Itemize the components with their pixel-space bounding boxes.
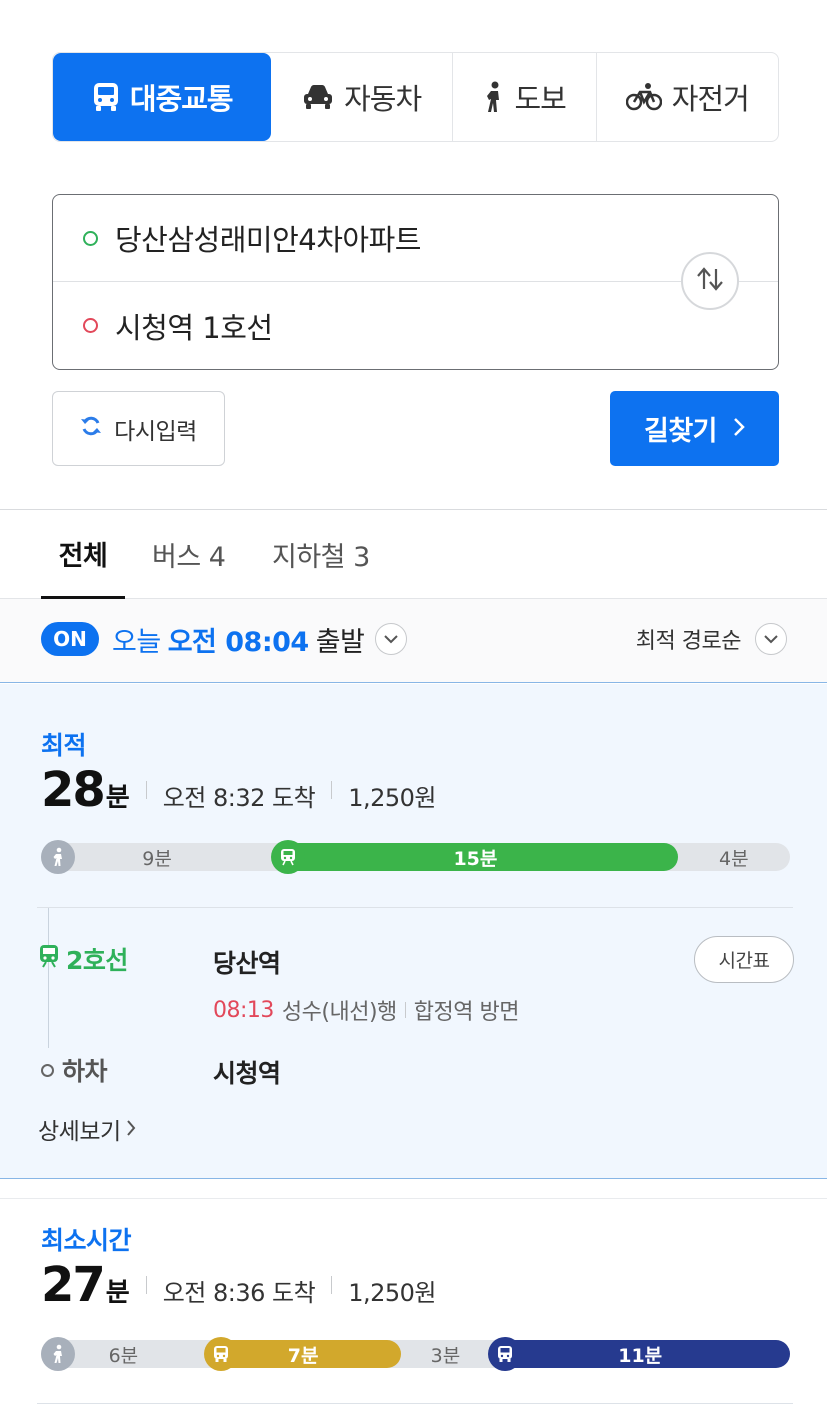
view-details-link[interactable]: 상세보기 <box>38 1112 136 1146</box>
tab-label: 자동차 <box>344 82 422 116</box>
tab-label: 도보 <box>514 82 567 116</box>
refresh-icon <box>80 415 102 443</box>
route-segment-bar: 9분 15분 4분 <box>41 840 790 874</box>
destination-field[interactable]: 시청역 1호선 <box>53 282 778 369</box>
segment-duration: 3분 <box>430 1344 461 1367</box>
segment-duration: 11분 <box>618 1344 663 1367</box>
swap-arrows-icon <box>694 266 726 296</box>
walk-icon <box>483 81 505 113</box>
segment-walk: 4분 <box>678 843 790 871</box>
next-train-time: 08:13 <box>213 997 274 1023</box>
alight-text: 하차 <box>62 1057 108 1086</box>
tab-all[interactable]: 전체 <box>41 510 125 599</box>
subway-icon <box>38 944 60 974</box>
route-summary: 28 분 오전 8:32 도착 1,250원 <box>41 762 436 818</box>
swap-route-button[interactable] <box>681 252 739 310</box>
departure-suffix: 출발 <box>315 626 365 658</box>
duration-minutes: 27 <box>41 1257 106 1313</box>
reset-label: 다시입력 <box>114 418 197 445</box>
tab-walk[interactable]: 도보 <box>453 53 597 141</box>
tab-label: 자전거 <box>671 82 750 116</box>
arrival-time: 오전 8:36 도착 <box>162 1279 316 1307</box>
card-divider <box>37 907 793 908</box>
boarding-station: 당산역 <box>213 949 281 978</box>
tab-subway[interactable]: 지하철 3 <box>272 510 370 599</box>
result-filter-tabs: 전체 버스 4 지하철 3 <box>0 510 827 599</box>
route-card[interactable]: 최소시간 27 분 오전 8:36 도착 1,250원 6분 7분 3분 11분 <box>0 1198 827 1409</box>
bus-icon <box>92 82 120 112</box>
find-route-button[interactable]: 길찾기 <box>610 391 779 466</box>
duration-unit: 분 <box>105 783 130 813</box>
detail-link-label: 상세보기 <box>38 1119 121 1145</box>
route-segment-bar: 6분 7분 3분 11분 <box>41 1337 790 1371</box>
walk-icon <box>41 840 75 874</box>
route-timeline <box>48 908 49 1048</box>
car-icon <box>302 84 334 110</box>
alight-dot-icon <box>41 1063 54 1077</box>
bus-icon <box>203 1337 238 1371</box>
tab-car[interactable]: 자동차 <box>271 53 453 141</box>
transport-mode-tabs: 대중교통 자동차 도보 자전거 <box>52 52 779 142</box>
tab-label: 지하철 3 <box>272 542 370 573</box>
walk-icon <box>41 1337 75 1371</box>
alight-label: 하차 <box>41 1052 108 1088</box>
on-badge[interactable]: ON <box>41 622 99 656</box>
subway-icon <box>271 840 306 874</box>
subway-line-label: 2호선 <box>38 941 128 977</box>
route-type-label: 최소시간 <box>41 1226 132 1255</box>
sort-label: 최적 경로순 <box>635 629 742 654</box>
chevron-right-icon <box>733 413 745 444</box>
route-summary: 27 분 오전 8:36 도착 1,250원 <box>41 1257 436 1313</box>
segment-subway: 15분 <box>273 843 678 871</box>
timetable-button[interactable]: 시간표 <box>694 936 794 983</box>
destination-text: 시청역 1호선 <box>115 310 273 345</box>
tab-bicycle[interactable]: 자전거 <box>597 53 779 141</box>
departure-prefix: 오늘 <box>112 626 161 658</box>
destination-dot-icon <box>83 318 98 333</box>
segment-duration: 6분 <box>108 1344 139 1367</box>
chevron-down-icon <box>755 623 787 655</box>
tab-bus[interactable]: 버스 4 <box>152 510 226 599</box>
train-direction: 성수(내선)행 <box>281 1000 397 1025</box>
fare: 1,250원 <box>348 784 436 812</box>
segment-duration: 9분 <box>142 847 172 870</box>
reset-button[interactable]: 다시입력 <box>52 391 225 466</box>
tab-label: 전체 <box>58 540 108 572</box>
bicycle-icon <box>625 83 662 111</box>
segment-duration: 15분 <box>453 847 498 870</box>
duration-unit: 분 <box>105 1278 130 1308</box>
origin-text: 당산삼성래미안4차아파트 <box>115 223 421 257</box>
sort-selector[interactable]: 최적 경로순 <box>636 620 787 658</box>
arrival-time: 오전 8:32 도착 <box>162 784 316 812</box>
segment-walk: 9분 <box>41 843 273 871</box>
duration-minutes: 28 <box>41 762 106 818</box>
leg-detail: 08:13 성수(내선)행 합정역 방면 <box>213 994 519 1026</box>
segment-duration: 4분 <box>719 847 749 870</box>
route-card[interactable]: 최적 28 분 오전 8:32 도착 1,250원 9분 15분 4분 <box>0 684 827 1179</box>
segment-duration: 7분 <box>287 1344 319 1367</box>
alight-station: 시청역 <box>213 1059 281 1088</box>
search-label: 길찾기 <box>643 416 718 447</box>
tab-label: 대중교통 <box>129 82 234 116</box>
card-divider <box>37 1403 793 1404</box>
route-type-label: 최적 <box>41 731 87 760</box>
segment-bus: 11분 <box>490 1340 790 1368</box>
departure-time-selector[interactable]: 오늘 오전 08:04 출발 <box>112 620 408 658</box>
chevron-right-icon <box>126 1116 136 1142</box>
route-input-box: 당산삼성래미안4차아파트 시청역 1호선 <box>52 194 779 370</box>
origin-field[interactable]: 당산삼성래미안4차아파트 <box>53 195 778 282</box>
segment-walk: 3분 <box>401 1340 491 1368</box>
chevron-down-icon <box>375 623 408 655</box>
tab-public-transit[interactable]: 대중교통 <box>53 53 272 141</box>
departure-time: 오전 08:04 <box>167 626 310 658</box>
platform-direction: 합정역 방면 <box>413 1000 520 1025</box>
fare: 1,250원 <box>348 1279 436 1307</box>
origin-dot-icon <box>83 230 98 246</box>
line-name: 2호선 <box>66 946 128 975</box>
tab-label: 버스 4 <box>152 542 226 573</box>
